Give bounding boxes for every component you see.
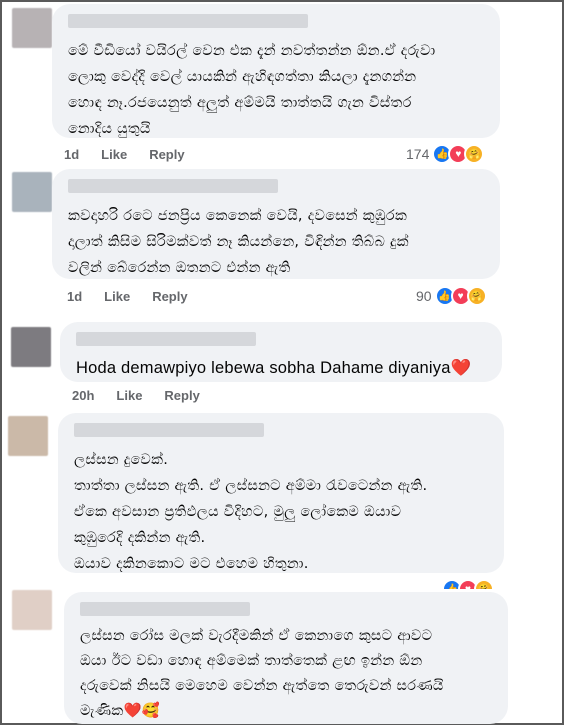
comment-text: ලස්සන දුවෙක්. තාත්තා ලස්සන ඇති. ඒ ලස්සනට… (74, 452, 428, 572)
care-reaction-icon: 🤗 (474, 579, 494, 589)
reaction-summary[interactable]: 174 👍 ♥ 🤗 (406, 144, 485, 164)
heart-emoji: ❤️ (450, 359, 472, 377)
comment-actions: 1d Like Reply (67, 289, 188, 304)
comment-bubble: කවදාහරි රටෙ ජනප්‍රිය කෙනෙක් වෙයි, දවසෙන්… (52, 169, 500, 279)
redacted-author-name[interactable] (76, 332, 256, 346)
comment-bubble: මේ වීඩියෝ වයිරල් වෙන එක දැන් නවත්තන්න ඕන… (52, 4, 500, 138)
reaction-summary[interactable]: 👍 ♥ 🤗 (442, 579, 494, 589)
redacted-author-name[interactable] (68, 14, 308, 28)
avatar[interactable] (12, 8, 52, 48)
reply-button[interactable]: Reply (164, 388, 199, 403)
comment-time[interactable]: 20h (72, 388, 94, 403)
redacted-author-name[interactable] (74, 423, 264, 437)
like-button[interactable]: Like (116, 388, 142, 403)
heart-emojis: ❤️🥰 (123, 703, 161, 719)
redacted-author-name[interactable] (68, 179, 278, 193)
care-reaction-icon: 🤗 (466, 286, 487, 306)
comment-bubble: Hoda demawpiyo lebewa sobha Dahame diyan… (60, 322, 502, 382)
avatar[interactable] (12, 590, 52, 630)
comment-actions: 20h Like Reply (72, 388, 200, 403)
like-button[interactable]: Like (101, 147, 127, 162)
comment-bubble: ලස්සන දුවෙක්. තාත්තා ලස්සන ඇති. ඒ ලස්සනට… (58, 413, 504, 573)
reaction-summary[interactable]: 90 👍 ♥ 🤗 (416, 286, 487, 306)
comment-time[interactable]: 1d (64, 147, 79, 162)
reply-button[interactable]: Reply (152, 289, 187, 304)
comment-text-body: Hoda demawpiyo lebewa sobha Dahame diyan… (76, 359, 451, 377)
comment-text: Hoda demawpiyo lebewa sobha Dahame diyan… (76, 356, 490, 380)
comment-time[interactable]: 1d (67, 289, 82, 304)
avatar[interactable] (8, 416, 48, 456)
comment-text: ලස්සන රෝස මලක් වැරදීමකින් ඒ කෙනාගෙ කුසට … (80, 624, 496, 724)
comment-actions: 1d Like Reply (64, 147, 185, 162)
avatar[interactable] (12, 172, 52, 212)
like-button[interactable]: Like (104, 289, 130, 304)
comment-bubble: ලස්සන රෝස මලක් වැරදීමකින් ඒ කෙනාගෙ කුසට … (64, 592, 508, 724)
comment-text: මේ වීඩියෝ වයිරල් වෙන එක දැන් නවත්තන්න ඕන… (68, 43, 436, 137)
reaction-count: 174 (406, 146, 430, 162)
care-reaction-icon: 🤗 (464, 144, 485, 164)
comment-text: කවදාහරි රටෙ ජනප්‍රිය කෙනෙක් වෙයි, දවසෙන්… (68, 208, 409, 276)
redacted-author-name[interactable] (80, 602, 250, 616)
reply-button[interactable]: Reply (149, 147, 184, 162)
reaction-count: 90 (416, 288, 432, 304)
avatar[interactable] (11, 327, 51, 367)
